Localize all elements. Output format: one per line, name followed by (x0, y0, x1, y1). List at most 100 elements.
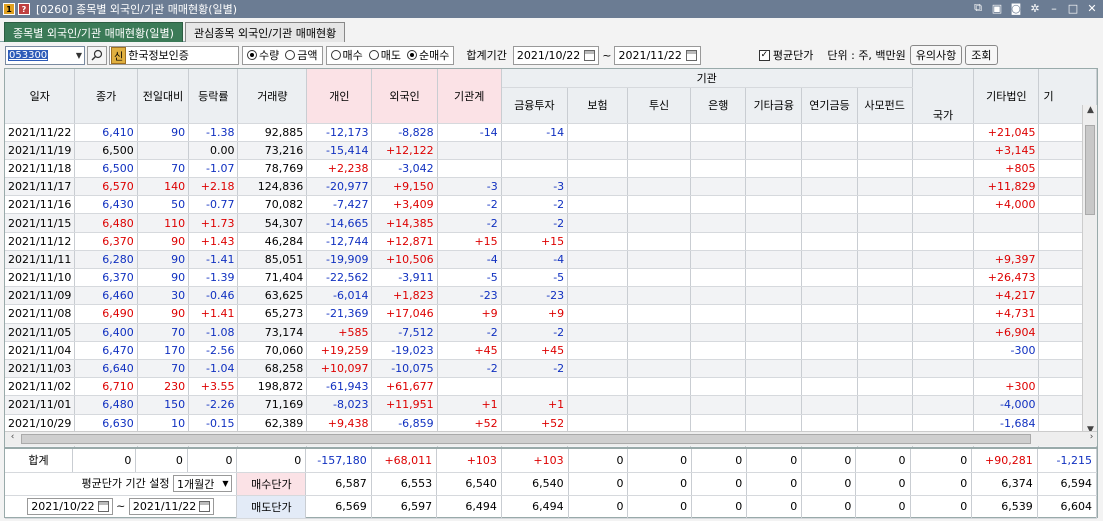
link-icon[interactable]: ⧉ (971, 1, 985, 15)
query-button[interactable]: 조회 (965, 45, 998, 65)
col-pension[interactable]: 연기금등 (801, 87, 858, 124)
cell-pension (801, 395, 858, 415)
calendar-icon[interactable] (685, 49, 697, 61)
chevron-down-icon[interactable]: ▼ (76, 51, 82, 60)
table-row[interactable]: 2021/10/29 6,630 10 -0.15 62,389 +9,438 -6,859… (5, 414, 1097, 433)
tab-stock-daily[interactable]: 종목별 외국인/기관 매매현황(일별) (4, 22, 183, 42)
table-row[interactable]: 2021/11/15 6,480 110 +1.73 54,307 -14,665 +14,… (5, 213, 1097, 233)
buy-private: 0 (855, 472, 911, 496)
table-row[interactable]: 2021/11/02 6,710 230 +3.55 198,872 -61,943 +61… (5, 377, 1097, 397)
chevron-down-icon[interactable]: ▼ (222, 479, 228, 488)
vertical-scrollbar[interactable]: ▲ ▼ (1082, 105, 1097, 435)
table-row[interactable]: 2021/11/17 6,570 140 +2.18 124,836 -20,977 +9,… (5, 177, 1097, 197)
help-icon[interactable]: ? (18, 3, 30, 15)
table-row[interactable]: 2021/11/18 6,500 70 -1.07 78,769 +2,238 -3,042… (5, 159, 1097, 179)
col-change[interactable]: 전일대비 (137, 69, 190, 124)
cell-change: 50 (137, 195, 190, 215)
calendar-icon[interactable] (584, 49, 596, 61)
avg-period-select[interactable]: 1개월간 ▼ (172, 475, 233, 493)
radio-buy[interactable]: 매수 (330, 47, 363, 63)
avg-price-checkbox[interactable]: ✓ 평균단가 (758, 47, 813, 63)
radio-sell[interactable]: 매도 (368, 47, 401, 63)
cell-volume: 62,389 (237, 414, 308, 433)
cell-trust (627, 268, 692, 288)
gear-icon[interactable]: ✲ (1028, 1, 1042, 15)
col-rate[interactable]: 등락률 (188, 69, 239, 124)
scroll-thumb[interactable] (21, 434, 1031, 444)
col-trust[interactable]: 투신 (627, 87, 692, 124)
col-fin-invest[interactable]: 금융투자 (501, 87, 569, 124)
cell-etc-fin (745, 341, 803, 360)
avg-date-to: 2021/11/22 (132, 500, 197, 513)
col-etc-fin[interactable]: 기타금융 (745, 87, 803, 124)
avg-date-to-input[interactable]: 2021/11/22 (128, 498, 215, 515)
search-button[interactable] (87, 45, 107, 65)
col-nation[interactable]: 국가 (912, 69, 975, 124)
scroll-thumb[interactable] (1085, 125, 1095, 215)
table-row[interactable]: 2021/11/12 6,370 90 +1.43 46,284 -12,744 +12,8… (5, 232, 1097, 251)
col-date[interactable]: 일자 (5, 69, 76, 124)
maximize-icon[interactable]: □ (1066, 1, 1080, 15)
col-inst-total[interactable]: 기관계 (437, 69, 502, 124)
radio-quantity[interactable]: 수량 (247, 47, 279, 63)
cell-etc-fin (745, 195, 803, 215)
table-row[interactable]: 2021/11/05 6,400 70 -1.08 73,174 +585 -7,512 -2… (5, 323, 1097, 342)
scroll-up-icon[interactable]: ▲ (1083, 105, 1097, 115)
radio-net-buy[interactable]: 순매수 (407, 47, 449, 63)
col-volume[interactable]: 거래량 (237, 69, 308, 124)
stock-code-input[interactable]: 053300 ▼ (5, 45, 85, 65)
table-row[interactable]: 2021/11/03 6,640 70 -1.04 68,258 +10,097 -10,0… (5, 359, 1097, 379)
col-foreign[interactable]: 외국인 (371, 69, 438, 124)
minimize-icon[interactable]: – (1047, 1, 1061, 15)
table-row[interactable]: 2021/11/04 6,470 170 -2.56 70,060 +19,259 -19,… (5, 341, 1097, 360)
scroll-right-icon[interactable]: › (1084, 432, 1097, 442)
cell-individual: -15,414 (306, 141, 373, 160)
cell-bank (690, 195, 747, 215)
cell-insurance (567, 141, 628, 160)
col-insurance[interactable]: 보험 (567, 87, 628, 124)
radio-label: 금액 (297, 49, 318, 62)
total-bank: 0 (691, 449, 748, 473)
checkbox-checked[interactable]: ✓ (758, 49, 770, 61)
grid-body: 2021/11/22 6,410 90 -1.38 92,885 -12,173 -8,82… (5, 123, 1097, 447)
col-etc-corp[interactable]: 기타법인 (973, 69, 1040, 124)
calendar-icon[interactable] (97, 501, 109, 512)
total-inst: +103 (436, 449, 502, 473)
tab-watchlist[interactable]: 관심종목 외국인/기관 매매현황 (184, 22, 346, 42)
cell-inst-total: -2 (437, 323, 502, 342)
cell-volume: 70,082 (237, 195, 308, 215)
table-row[interactable]: 2021/11/08 6,490 90 +1.41 65,273 -21,369 +17,0… (5, 304, 1097, 324)
scroll-left-icon[interactable]: ‹ (5, 432, 20, 442)
cell-change: 90 (137, 232, 190, 251)
notice-button[interactable]: 유의사항 (909, 45, 963, 65)
table-row[interactable]: 2021/11/09 6,460 30 -0.46 63,625 -6,014 +1,823… (5, 286, 1097, 306)
col-close[interactable]: 종가 (74, 69, 138, 124)
table-row[interactable]: 2021/11/19 6,500 0.00 73,216 -15,414 +12,122 +… (5, 141, 1097, 160)
table-row[interactable]: 2021/11/01 6,480 150 -2.26 71,169 -8,023 +11,9… (5, 395, 1097, 415)
cell-bank (690, 286, 747, 306)
col-individual[interactable]: 개인 (306, 69, 373, 124)
table-row[interactable]: 2021/11/16 6,430 50 -0.77 70,082 -7,427 +3,409… (5, 195, 1097, 215)
horizontal-scrollbar[interactable]: ‹ › (5, 431, 1097, 446)
screen-number-icon[interactable]: 1 (3, 3, 15, 15)
cell-rate: -2.56 (188, 341, 239, 360)
save-icon[interactable]: ▣ (990, 1, 1004, 15)
camera-icon[interactable]: ◙ (1009, 1, 1023, 15)
col-private-fund[interactable]: 사모펀드 (857, 87, 913, 124)
cell-date: 2021/11/08 (5, 304, 76, 324)
table-row[interactable]: 2021/11/22 6,410 90 -1.38 92,885 -12,173 -8,82… (5, 123, 1097, 142)
col-bank[interactable]: 은행 (690, 87, 747, 124)
date-to-input[interactable]: 2021/11/22 (614, 45, 701, 65)
cell-fin-invest: +45 (501, 341, 569, 360)
total-row: 합계 0 0 0 0 -157,180 +68,011 +103 +103 0 … (5, 449, 1098, 473)
avg-date-from-input[interactable]: 2021/10/22 (27, 498, 113, 515)
cell-fin-invest (501, 159, 569, 179)
table-row[interactable]: 2021/11/10 6,370 90 -1.39 71,404 -22,562 -3,91… (5, 268, 1097, 288)
cell-volume: 68,258 (237, 359, 308, 379)
close-icon[interactable]: ✕ (1085, 1, 1099, 15)
table-row[interactable]: 2021/11/11 6,280 90 -1.41 85,051 -19,909 +10,5… (5, 250, 1097, 270)
radio-amount[interactable]: 금액 (285, 47, 318, 63)
calendar-icon[interactable] (199, 501, 211, 512)
date-from-input[interactable]: 2021/10/22 (512, 45, 600, 65)
cell-date: 2021/11/03 (5, 359, 76, 379)
